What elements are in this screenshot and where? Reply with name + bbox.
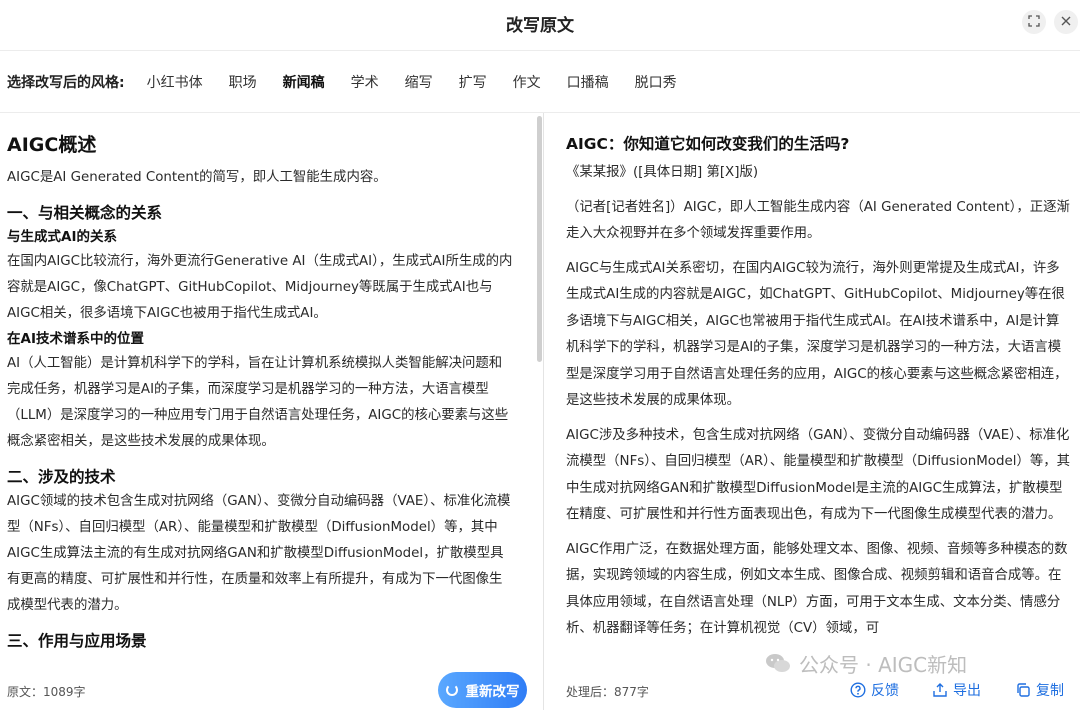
style-option-standup[interactable]: 脱口秀 bbox=[635, 72, 677, 92]
export-label: 导出 bbox=[953, 683, 981, 699]
expand-icon bbox=[1028, 14, 1040, 30]
original-intro: AIGC是AI Generated Content的简写，即人工智能生成内容。 bbox=[7, 170, 387, 185]
original-heading-2: 二、涉及的技术 bbox=[7, 468, 116, 486]
spinner-icon bbox=[445, 684, 458, 696]
rewritten-text-panel[interactable]: AIGC：你知道它如何改变我们的生活吗? 《某某报》([具体日期] 第[X]版)… bbox=[546, 118, 1080, 663]
original-scrollbar[interactable] bbox=[537, 116, 542, 362]
original-paragraph-1: 在国内AIGC比较流行，海外更流行Generative AI（生成式AI），生成… bbox=[7, 254, 513, 321]
dialog-title: 改写原文 bbox=[506, 15, 574, 36]
original-heading-3: 三、作用与应用场景 bbox=[7, 632, 147, 650]
rewritten-byline: 《某某报》([具体日期] 第[X]版) bbox=[566, 165, 759, 180]
original-word-count: 原文：1089字 bbox=[7, 685, 86, 699]
rewritten-word-count: 处理后：877字 bbox=[566, 685, 649, 699]
feedback-button[interactable]: 反馈 bbox=[850, 680, 899, 700]
export-button[interactable]: 导出 bbox=[932, 680, 981, 700]
style-option-academic[interactable]: 学术 bbox=[351, 72, 379, 92]
style-option-expand[interactable]: 扩写 bbox=[459, 72, 487, 92]
copy-label: 复制 bbox=[1036, 683, 1064, 699]
style-selector: 选择改写后的风格: 小红书体 职场 新闻稿 学术 缩写 扩写 作文 口播稿 脱口… bbox=[0, 62, 1080, 102]
copy-icon bbox=[1015, 682, 1031, 698]
feedback-label: 反馈 bbox=[871, 683, 899, 699]
rewrite-button[interactable]: 重新改写 bbox=[438, 672, 527, 708]
expand-button[interactable] bbox=[1022, 10, 1046, 34]
rewritten-paragraph-3: AIGC涉及多种技术，包含生成对抗网络（GAN）、变微分自动编码器（VAE）、标… bbox=[566, 427, 1071, 523]
style-selector-label: 选择改写后的风格: bbox=[7, 75, 125, 91]
export-icon bbox=[932, 682, 948, 698]
original-title: AIGC概述 bbox=[7, 134, 97, 156]
style-option-xiaohongshu[interactable]: 小红书体 bbox=[147, 72, 203, 92]
stylebar-divider bbox=[0, 112, 1080, 113]
rewritten-paragraph-2: AIGC与生成式AI关系密切，在国内AIGC较为流行，海外则更常提及生成式AI，… bbox=[566, 260, 1068, 409]
original-subheading-2: 在AI技术谱系中的位置 bbox=[7, 331, 144, 347]
style-option-press-release[interactable]: 新闻稿 bbox=[283, 72, 325, 92]
question-circle-icon bbox=[850, 682, 866, 698]
style-option-workplace[interactable]: 职场 bbox=[229, 72, 257, 92]
dialog-footer: 原文：1089字 重新改写 处理后：877字 反馈 导出 复制 bbox=[0, 670, 1080, 710]
style-option-essay[interactable]: 作文 bbox=[513, 72, 541, 92]
rewrite-button-label: 重新改写 bbox=[465, 684, 520, 700]
original-heading-1: 一、与相关概念的关系 bbox=[7, 204, 163, 222]
original-subheading-1: 与生成式AI的关系 bbox=[7, 229, 117, 245]
original-paragraph-3: AIGC领域的技术包含生成对抗网络（GAN）、变微分自动编码器（VAE）、标准化… bbox=[7, 494, 511, 613]
close-button[interactable] bbox=[1054, 10, 1078, 34]
copy-button[interactable]: 复制 bbox=[1015, 680, 1064, 700]
rewritten-paragraph-1: （记者[记者姓名]）AIGC，即人工智能生成内容（AI Generated Co… bbox=[566, 199, 1070, 242]
style-option-broadcast[interactable]: 口播稿 bbox=[567, 72, 609, 92]
rewritten-title: AIGC：你知道它如何改变我们的生活吗? bbox=[566, 135, 850, 153]
rewritten-paragraph-4: AIGC作用广泛，在数据处理方面，能够处理文本、图像、视频、音频等多种模态的数据… bbox=[566, 541, 1068, 637]
close-icon bbox=[1061, 15, 1071, 29]
dialog-header: 改写原文 bbox=[0, 0, 1080, 46]
original-text-panel[interactable]: AIGC概述 AIGC是AI Generated Content的简写，即人工智… bbox=[0, 118, 535, 663]
panel-divider bbox=[543, 113, 544, 710]
header-divider bbox=[0, 50, 1080, 51]
style-option-abbreviate[interactable]: 缩写 bbox=[405, 72, 433, 92]
original-paragraph-2: AI（人工智能）是计算机科学下的学科，旨在让计算机系统模拟人类智能解决问题和完成… bbox=[7, 356, 509, 449]
